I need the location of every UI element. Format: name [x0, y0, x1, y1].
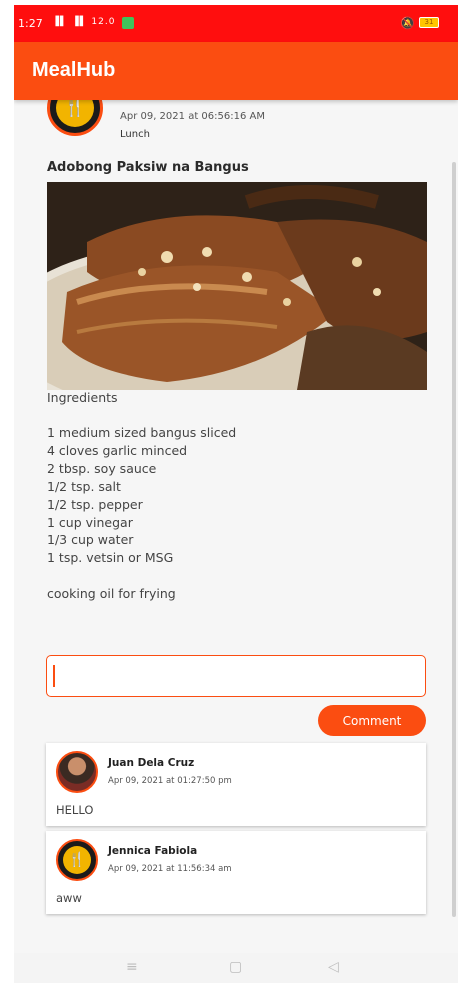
comment-text: HELLO [56, 803, 94, 817]
system-nav-bar: ≡ ▢ ◁ [14, 953, 458, 983]
ingredient-item: 1 medium sized bangus sliced [47, 425, 237, 440]
mute-icon: 🔕 [400, 16, 415, 30]
comment-text: aww [56, 891, 82, 905]
app-bar: MealHub [14, 42, 458, 100]
comment-input[interactable] [46, 655, 426, 697]
status-time: 1:27 [18, 17, 43, 30]
post-title: Adobong Paksiw na Bangus [47, 160, 249, 175]
ingredient-item: 1/3 cup water [47, 532, 134, 547]
post-author-avatar[interactable]: 🍴 [47, 100, 103, 136]
fork-icon: 🍴 [63, 846, 91, 874]
back-icon[interactable]: ◁ [328, 959, 339, 975]
ingredient-item: 4 cloves garlic minced [47, 443, 188, 458]
commenter-avatar: 🍴 [56, 839, 98, 881]
comment-time: Apr 09, 2021 at 11:56:34 am [108, 864, 232, 874]
post-date: Apr 09, 2021 at 06:56:16 AM [120, 111, 265, 122]
cooking-note: cooking oil for frying [47, 586, 176, 601]
phone-screen: 1:27 ▐▌ ▐▌ 12.0 🔕 31 MealHub 🍴 Apr 09, 2… [14, 5, 458, 983]
commenter-name: Juan Dela Cruz [108, 757, 195, 769]
status-bar: 1:27 ▐▌ ▐▌ 12.0 🔕 31 [14, 5, 458, 42]
commenter-avatar [56, 751, 98, 793]
post-content[interactable]: 🍴 Apr 09, 2021 at 06:56:16 AM Lunch Adob… [14, 100, 458, 953]
fork-icon: 🍴 [56, 100, 94, 127]
ingredient-item: 1/2 tsp. pepper [47, 497, 143, 512]
comment-time: Apr 09, 2021 at 01:27:50 pm [108, 776, 232, 786]
app-title: MealHub [32, 59, 116, 81]
home-icon[interactable]: ▢ [229, 959, 242, 975]
food-photo [47, 182, 427, 390]
commenter-name: Jennica Fabiola [108, 845, 198, 857]
ingredient-item: 2 tbsp. soy sauce [47, 461, 157, 476]
battery-icon: 31 [419, 17, 439, 28]
signal-icon: ▐▌ ▐▌ 12.0 [52, 17, 116, 27]
post-meal-type: Lunch [120, 129, 150, 140]
text-cursor [53, 665, 55, 687]
ingredient-item: 1/2 tsp. salt [47, 479, 121, 494]
scrollbar[interactable] [452, 162, 456, 917]
menu-icon[interactable]: ≡ [126, 959, 138, 975]
ingredient-item: 1 cup vinegar [47, 515, 133, 530]
app-notification-icon [122, 17, 134, 29]
comment-card[interactable]: Juan Dela Cruz Apr 09, 2021 at 01:27:50 … [46, 743, 426, 826]
ingredients-heading: Ingredients [47, 390, 118, 405]
comment-button[interactable]: Comment [318, 705, 426, 736]
ingredient-item: 1 tsp. vetsin or MSG [47, 550, 174, 565]
comment-card[interactable]: 🍴 Jennica Fabiola Apr 09, 2021 at 11:56:… [46, 831, 426, 914]
